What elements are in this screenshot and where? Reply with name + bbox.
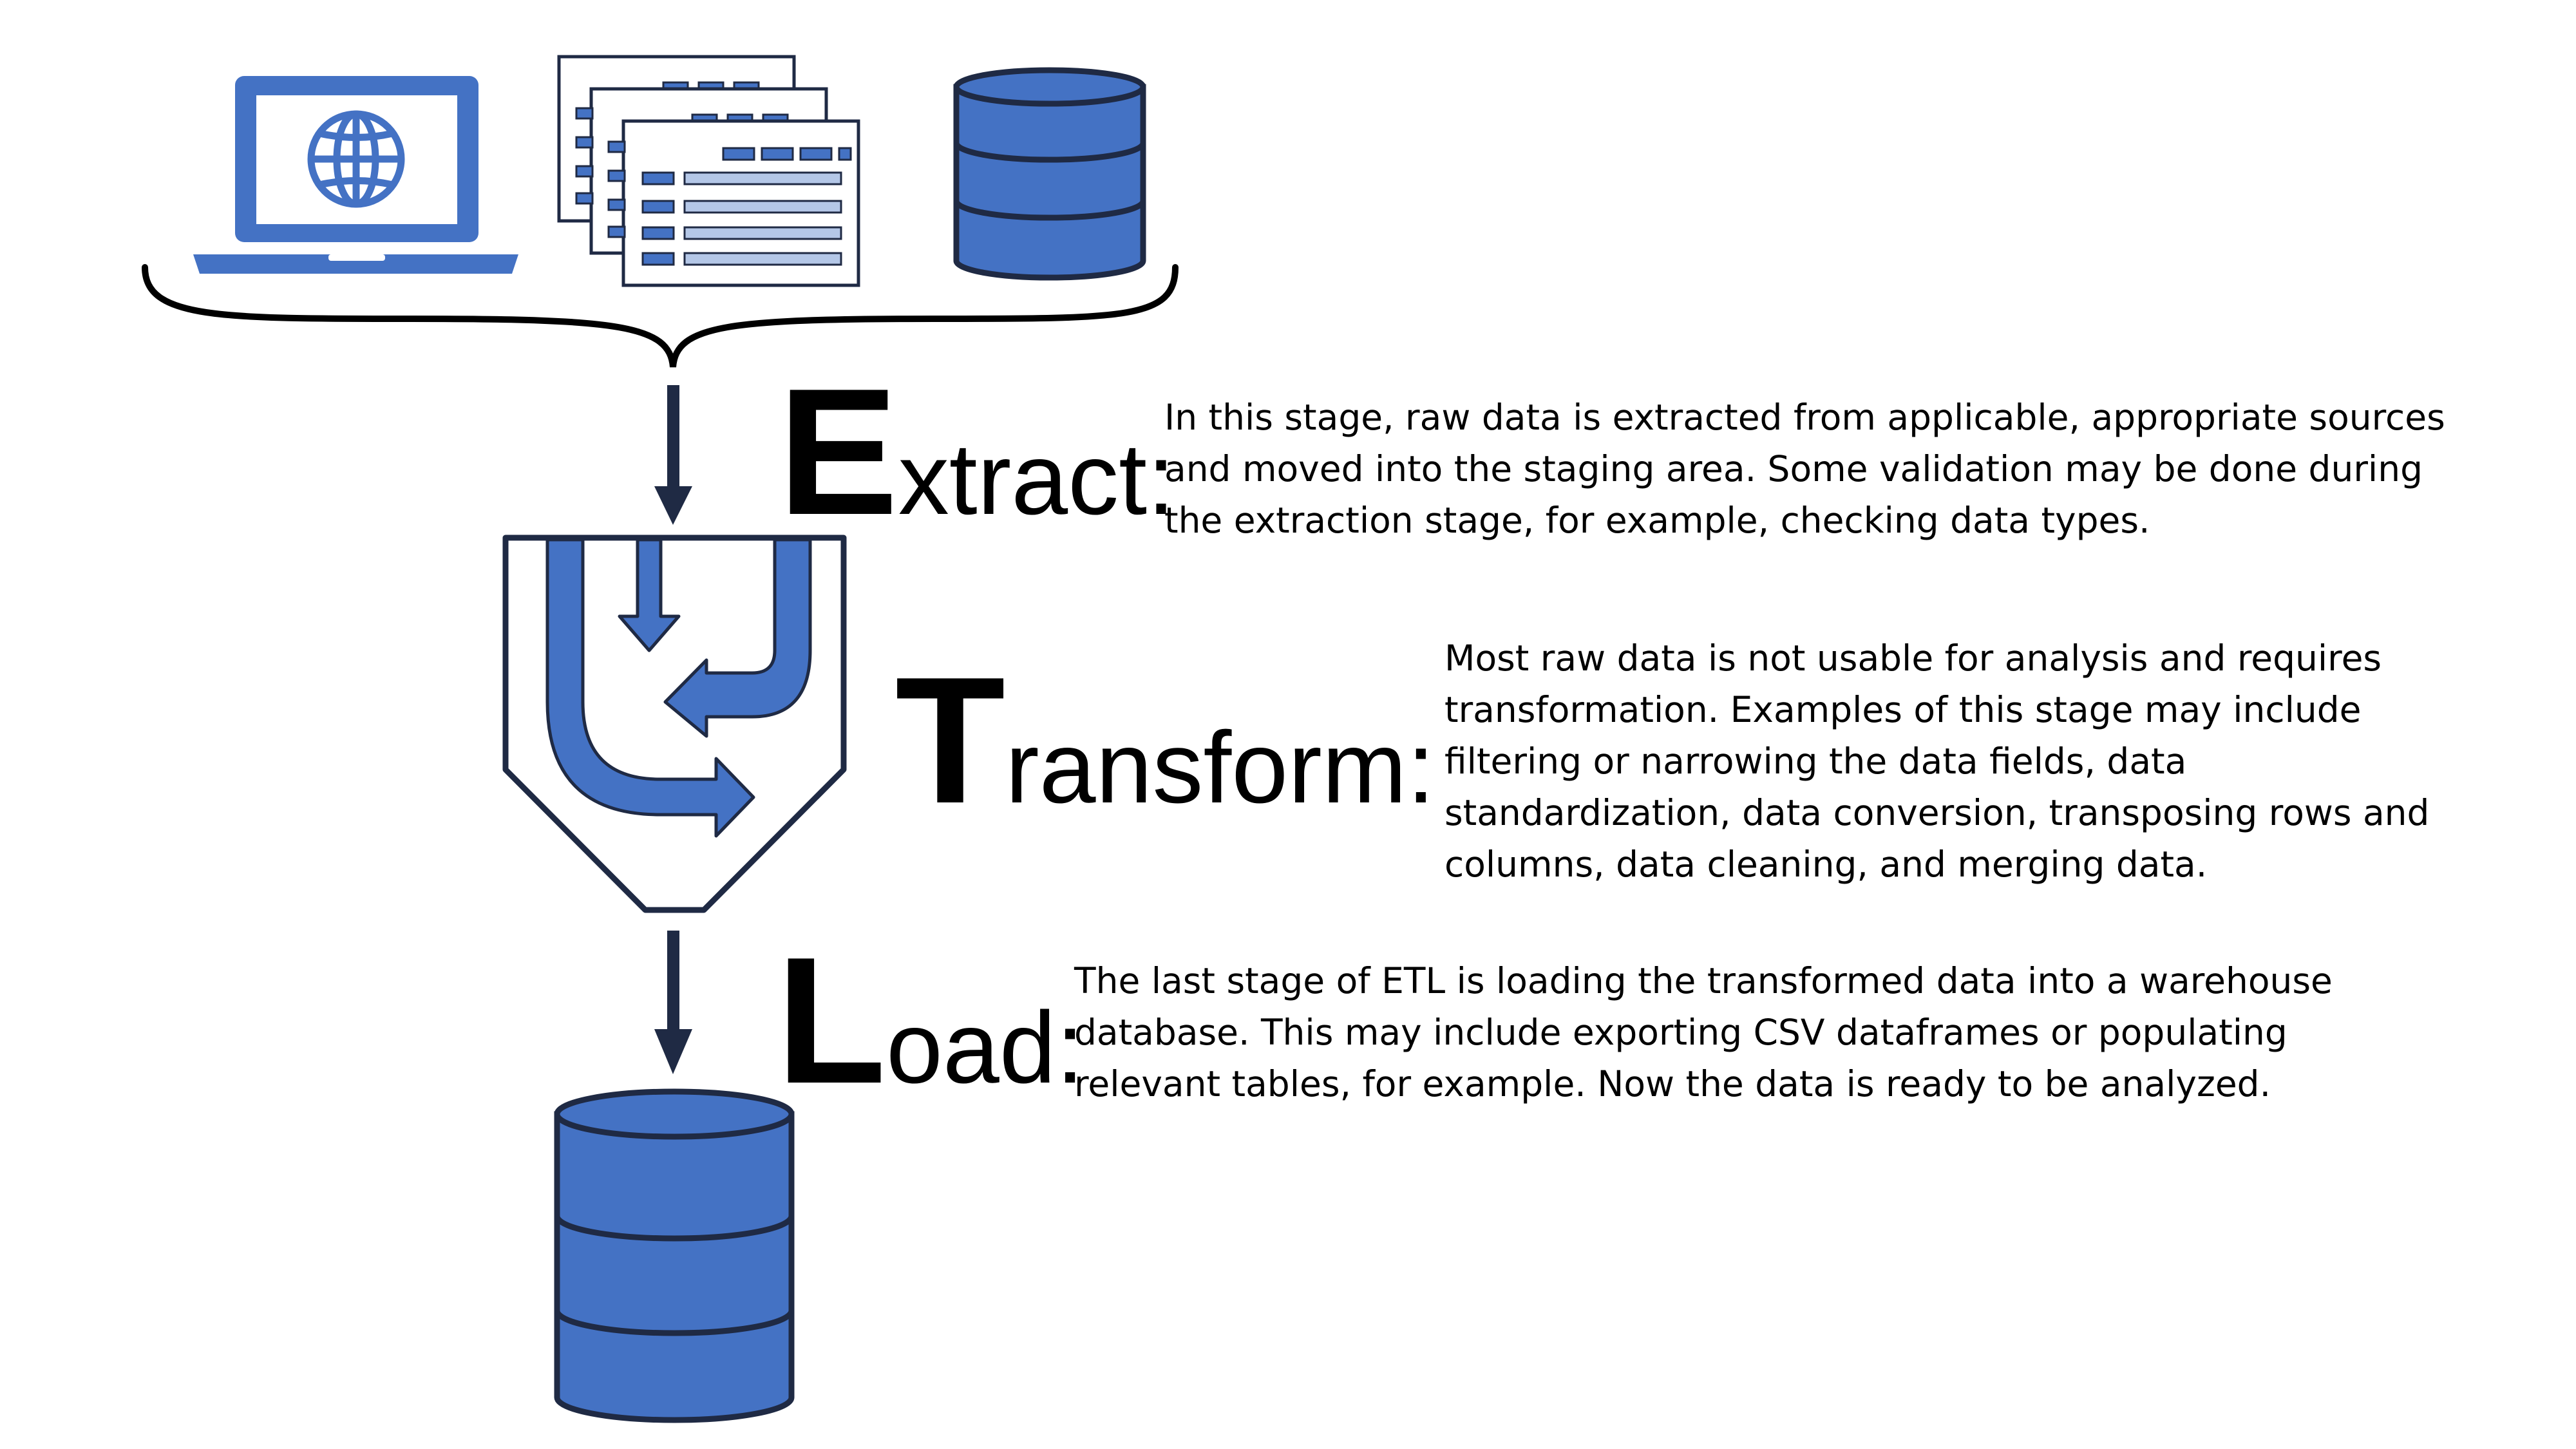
down-arrow-icon [654, 931, 692, 1074]
stage-title-extract: Extract: [778, 362, 1175, 542]
laptop-globe-icon [193, 76, 518, 274]
stage-initial: L [776, 920, 887, 1121]
database-icon [554, 1088, 795, 1423]
stage-title-load: Load: [776, 931, 1084, 1111]
stage-title-rest: ransform: [1005, 711, 1435, 824]
down-arrow-icon [654, 385, 692, 525]
stage-initial: E [778, 352, 898, 553]
stage-description-load: The last stage of ETL is loading the tra… [1074, 960, 2333, 1104]
stage-description-transform: Most raw data is not usable for analysis… [1444, 638, 2430, 885]
stage-title-rest: xtract: [898, 422, 1175, 536]
database-icon [953, 67, 1146, 281]
funnel-transform-icon [502, 535, 847, 913]
spreadsheet-documents-icon [557, 55, 860, 287]
stage-title-transform: Transform: [895, 650, 1435, 831]
stage-initial: T [895, 640, 1006, 841]
stage-title-rest: oad: [886, 991, 1084, 1104]
stage-description-extract: In this stage, raw data is extracted fro… [1164, 397, 2445, 541]
